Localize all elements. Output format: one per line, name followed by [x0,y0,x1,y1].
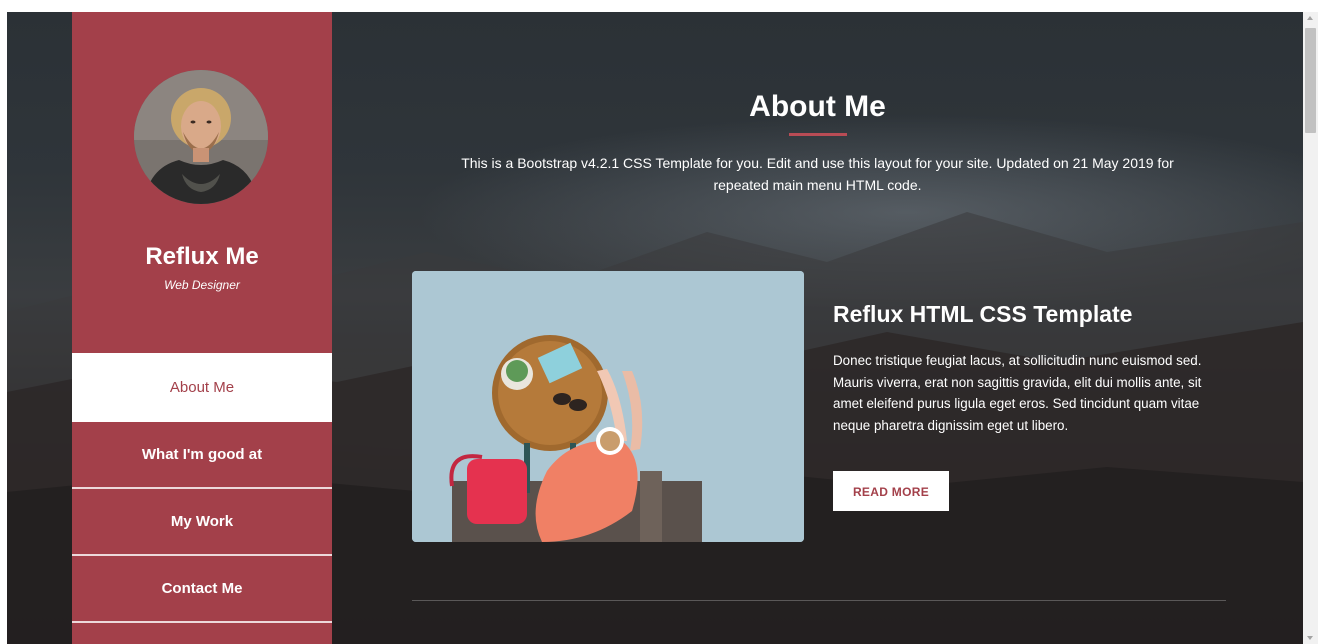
section-description: This is a Bootstrap v4.2.1 CSS Template … [461,155,1174,193]
page-viewport: Reflux Me Web Designer About Me What I'm… [7,12,1303,644]
read-more-button[interactable]: READ MORE [833,471,949,511]
nav-item-contact-me[interactable]: Contact Me [72,556,332,623]
scroll-up-icon[interactable] [1307,16,1313,20]
avatar-photo [134,70,268,204]
card-title: Reflux HTML CSS Template [833,301,1133,327]
sidebar: Reflux Me Web Designer About Me What I'm… [72,12,332,644]
card-text: Donec tristique feugiat lacus, at sollic… [833,353,1202,433]
card-image [412,271,804,542]
section-title: About Me [749,90,886,123]
scrollbar-thumb[interactable] [1305,28,1316,133]
page-scrollbar[interactable] [1303,12,1318,644]
nav-item-what-im-good-at[interactable]: What I'm good at [72,422,332,489]
section-divider [412,600,1226,601]
main-menu: About Me What I'm good at My Work Contac… [72,353,332,623]
title-underline [789,133,847,136]
nav-item-about-me[interactable]: About Me [72,353,332,422]
scroll-down-icon[interactable] [1307,636,1313,640]
nav-item-my-work[interactable]: My Work [72,489,332,556]
card-photo [412,271,804,542]
main-content: About Me This is a Bootstrap v4.2.1 CSS … [332,12,1303,644]
profile-role: Web Designer [164,278,240,292]
avatar [134,70,268,204]
profile-name: Reflux Me [145,243,259,270]
